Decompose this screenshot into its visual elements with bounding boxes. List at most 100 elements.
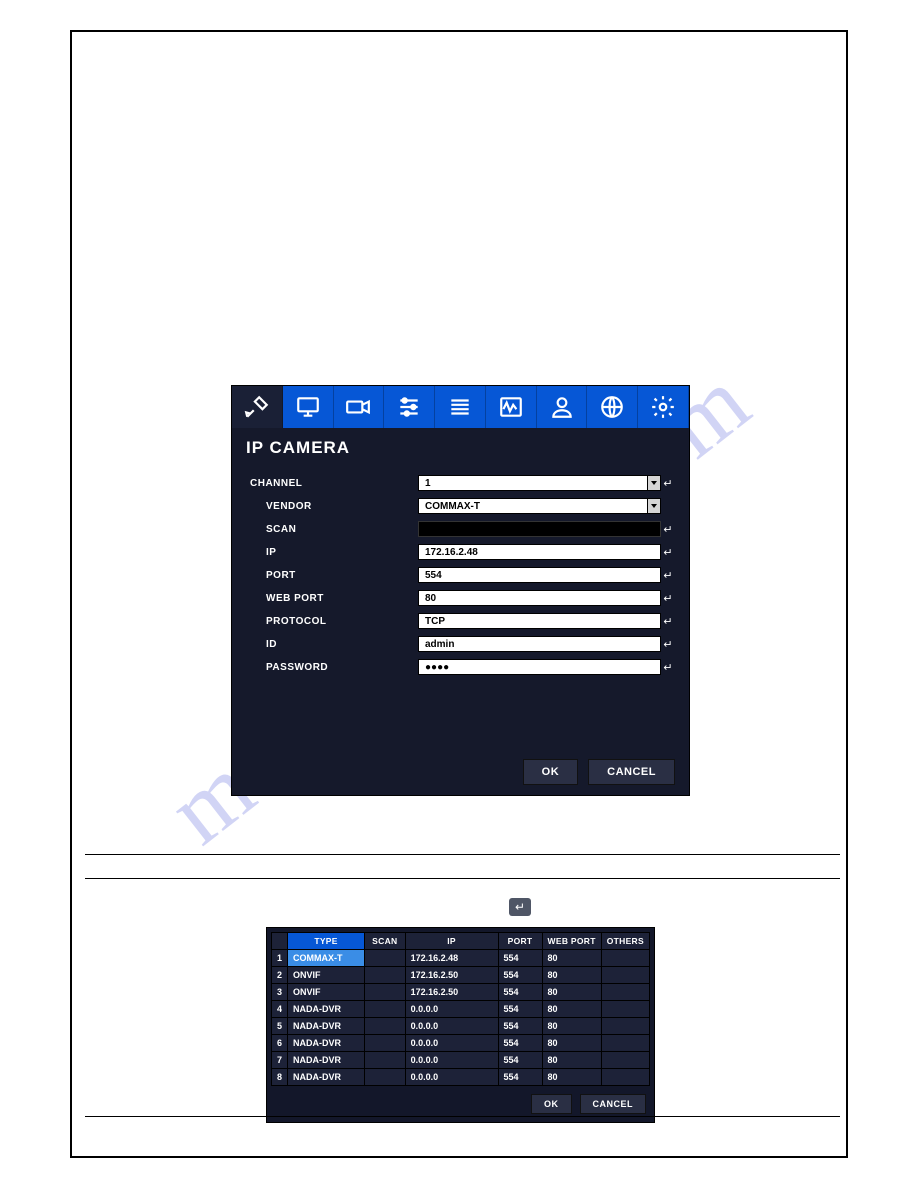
cell-webport: 80 — [543, 1052, 601, 1068]
table-row[interactable]: 4NADA-DVR0.0.0.055480 — [272, 1001, 649, 1017]
cell-num: 5 — [272, 1018, 287, 1034]
cell-port: 554 — [499, 984, 542, 1000]
cell-others — [602, 950, 649, 966]
cell-others — [602, 1052, 649, 1068]
label-channel: CHANNEL — [250, 478, 418, 489]
field-webport[interactable]: 80 — [418, 590, 661, 606]
enter-icon[interactable]: ↵ — [661, 569, 675, 582]
enter-icon[interactable]: ↵ — [661, 546, 675, 559]
label-protocol: PROTOCOL — [250, 616, 418, 627]
cancel-button[interactable]: CANCEL — [588, 759, 675, 785]
field-port[interactable]: 554 — [418, 567, 661, 583]
table-row[interactable]: 2ONVIF172.16.2.5055480 — [272, 967, 649, 983]
cell-port: 554 — [499, 967, 542, 983]
panel1-footer: OK CANCEL — [523, 759, 675, 785]
globe-icon[interactable] — [587, 386, 638, 428]
enter-icon[interactable]: ↵ — [661, 477, 675, 490]
sliders-icon[interactable] — [384, 386, 435, 428]
cell-port: 554 — [499, 1001, 542, 1017]
enter-icon[interactable]: ↵ — [661, 638, 675, 651]
toolbar — [232, 386, 689, 428]
field-vendor[interactable]: COMMAX-T — [418, 498, 648, 514]
cancel-button[interactable]: CANCEL — [580, 1094, 647, 1114]
cell-others — [602, 967, 649, 983]
cell-type: NADA-DVR — [288, 1069, 364, 1085]
field-channel[interactable]: 1 — [418, 475, 648, 491]
cell-type: NADA-DVR — [288, 1052, 364, 1068]
table-row[interactable]: 7NADA-DVR0.0.0.055480 — [272, 1052, 649, 1068]
scan-results-panel: TYPE SCAN IP PORT WEB PORT OTHERS 1COMMA… — [266, 927, 655, 1123]
label-webport: WEB PORT — [250, 593, 418, 604]
enter-icon[interactable]: ↵ — [661, 523, 675, 536]
cell-others — [602, 1069, 649, 1085]
cell-num: 3 — [272, 984, 287, 1000]
th-port[interactable]: PORT — [499, 933, 542, 949]
ok-button[interactable]: OK — [523, 759, 579, 785]
camera-icon[interactable] — [334, 386, 385, 428]
row-channel: CHANNEL 1 ↵ — [250, 472, 675, 494]
enter-icon[interactable]: ↵ — [661, 661, 675, 674]
dropdown-icon[interactable] — [648, 498, 661, 514]
table-row[interactable]: 1COMMAX-T172.16.2.4855480 — [272, 950, 649, 966]
cell-scan — [365, 1001, 405, 1017]
ip-camera-panel: IP CAMERA CHANNEL 1 ↵ VENDOR COMMAX-T SC… — [231, 385, 690, 796]
divider — [85, 854, 840, 855]
cell-webport: 80 — [543, 950, 601, 966]
label-port: PORT — [250, 570, 418, 581]
cell-type: NADA-DVR — [288, 1035, 364, 1051]
list-icon[interactable] — [435, 386, 486, 428]
cell-others — [602, 1018, 649, 1034]
field-scan[interactable] — [418, 521, 661, 537]
th-webport[interactable]: WEB PORT — [543, 933, 601, 949]
monitor-icon[interactable] — [283, 386, 334, 428]
row-protocol: PROTOCOL TCP ↵ — [250, 610, 675, 632]
field-ip[interactable]: 172.16.2.48 — [418, 544, 661, 560]
cell-port: 554 — [499, 1069, 542, 1085]
cell-num: 6 — [272, 1035, 287, 1051]
label-scan: SCAN — [250, 524, 418, 535]
ok-button[interactable]: OK — [531, 1094, 572, 1114]
th-others[interactable]: OTHERS — [602, 933, 649, 949]
cell-webport: 80 — [543, 1001, 601, 1017]
field-id[interactable]: admin — [418, 636, 661, 652]
table-row[interactable]: 8NADA-DVR0.0.0.055480 — [272, 1069, 649, 1085]
cell-num: 8 — [272, 1069, 287, 1085]
cell-type: ONVIF — [288, 984, 364, 1000]
cell-webport: 80 — [543, 1018, 601, 1034]
cell-webport: 80 — [543, 1035, 601, 1051]
ip-camera-form: CHANNEL 1 ↵ VENDOR COMMAX-T SCAN ↵ IP 17… — [232, 472, 689, 678]
cell-type: COMMAX-T — [288, 950, 364, 966]
table-row[interactable]: 5NADA-DVR0.0.0.055480 — [272, 1018, 649, 1034]
user-icon[interactable] — [537, 386, 588, 428]
tools-icon[interactable] — [232, 386, 283, 428]
label-vendor: VENDOR — [250, 501, 418, 512]
enter-icon[interactable]: ↵ — [661, 615, 675, 628]
cell-num: 4 — [272, 1001, 287, 1017]
th-scan[interactable]: SCAN — [365, 933, 405, 949]
th-ip[interactable]: IP — [406, 933, 498, 949]
row-ip: IP 172.16.2.48 ↵ — [250, 541, 675, 563]
cell-num: 1 — [272, 950, 287, 966]
cell-scan — [365, 950, 405, 966]
cell-ip: 172.16.2.50 — [406, 984, 498, 1000]
th-type[interactable]: TYPE — [288, 933, 364, 949]
wave-icon[interactable] — [486, 386, 537, 428]
cell-others — [602, 1001, 649, 1017]
field-password[interactable]: ●●●● — [418, 659, 661, 675]
table-row[interactable]: 6NADA-DVR0.0.0.055480 — [272, 1035, 649, 1051]
th-blank — [272, 933, 287, 949]
field-protocol[interactable]: TCP — [418, 613, 661, 629]
cell-scan — [365, 1035, 405, 1051]
cell-num: 7 — [272, 1052, 287, 1068]
gear-icon[interactable] — [638, 386, 689, 428]
cell-port: 554 — [499, 950, 542, 966]
cell-webport: 80 — [543, 1069, 601, 1085]
cell-type: NADA-DVR — [288, 1001, 364, 1017]
cell-ip: 0.0.0.0 — [406, 1052, 498, 1068]
cell-scan — [365, 1052, 405, 1068]
cell-port: 554 — [499, 1035, 542, 1051]
table-row[interactable]: 3ONVIF172.16.2.5055480 — [272, 984, 649, 1000]
dropdown-icon[interactable] — [648, 475, 661, 491]
enter-icon[interactable]: ↵ — [661, 592, 675, 605]
cell-scan — [365, 1018, 405, 1034]
